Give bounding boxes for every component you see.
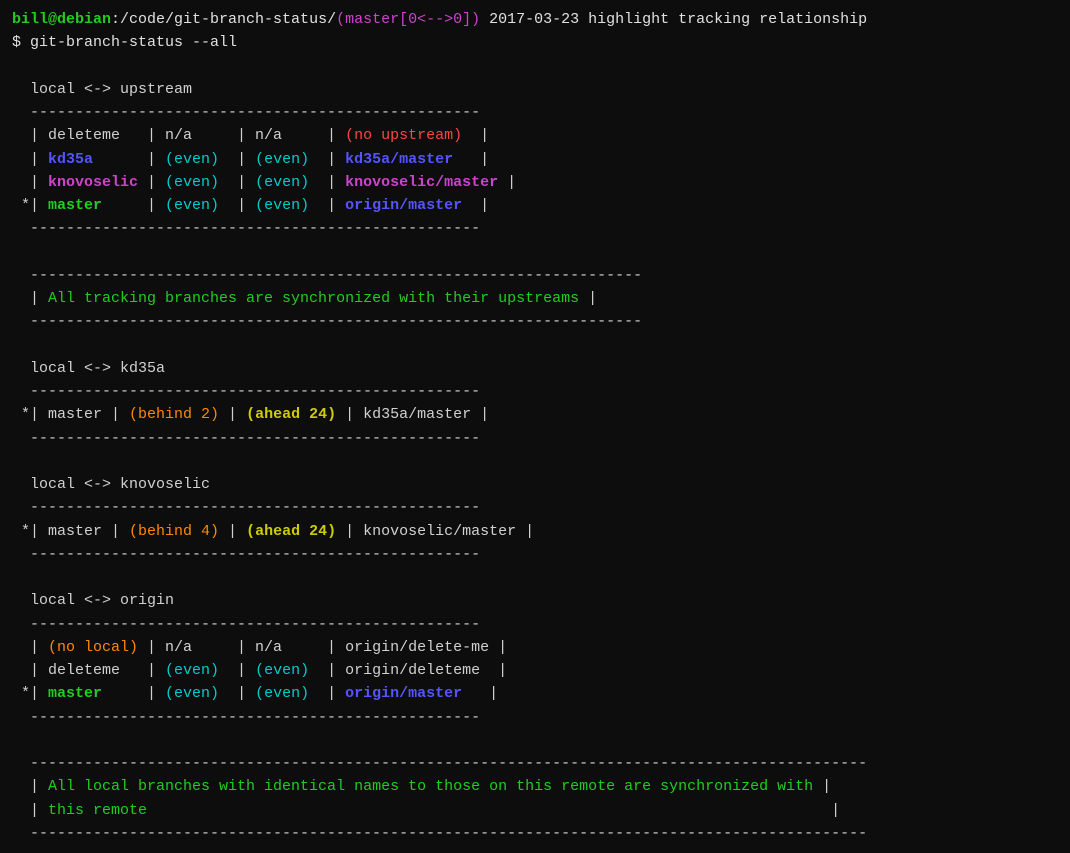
- section-knovoselic-header: local <-> knovoselic: [12, 473, 1058, 496]
- col1-val: (even): [165, 662, 219, 679]
- remote-label: kd35a/master: [345, 151, 453, 168]
- prompt-dollar: $ git-branch-status --all: [12, 34, 237, 51]
- summary-text-1: | All tracking branches are synchronized…: [12, 287, 1058, 310]
- col1-val: (even): [165, 151, 219, 168]
- prompt-line-2: $ git-branch-status --all: [12, 31, 1058, 54]
- prompt-date-cmd: 2017-03-23 highlight tracking relationsh…: [480, 11, 867, 28]
- summary-divider-2: ----------------------------------------…: [12, 310, 1058, 333]
- summary-label-cont: this remote: [48, 802, 147, 819]
- ahead-label: (ahead 24): [246, 523, 336, 540]
- col2-val: (even): [255, 685, 309, 702]
- table-row: | knovoselic | (even) | (even) | knovose…: [12, 171, 1058, 194]
- col2-val: (even): [255, 662, 309, 679]
- section-origin-divider-bot: ----------------------------------------…: [12, 706, 1058, 729]
- no-local-label: (no local): [48, 639, 138, 656]
- col1-val: (even): [165, 174, 219, 191]
- table-row: *| master | (even) | (even) | origin/mas…: [12, 682, 1058, 705]
- branch-name: master: [48, 197, 102, 214]
- section-knovoselic-divider-bot: ----------------------------------------…: [12, 543, 1058, 566]
- prompt-branch: (master[0<-->0]): [336, 11, 480, 28]
- summary-label: All tracking branches are synchronized w…: [48, 290, 579, 307]
- table-row: *| master | (behind 4) | (ahead 24) | kn…: [12, 520, 1058, 543]
- col2-val: (even): [255, 174, 309, 191]
- summary-divider-1: ----------------------------------------…: [12, 264, 1058, 287]
- blank-5: [12, 566, 1058, 589]
- prompt-line-1: bill@debian:/code/git-branch-status/(mas…: [12, 8, 1058, 31]
- col2-val: (even): [255, 151, 309, 168]
- summary-origin-text-2: | this remote |: [12, 799, 1058, 822]
- terminal-window: bill@debian:/code/git-branch-status/(mas…: [12, 8, 1058, 845]
- behind-label: (behind 4): [129, 523, 219, 540]
- table-row: *| master | (even) | (even) | origin/mas…: [12, 194, 1058, 217]
- summary-origin-divider-1: ----------------------------------------…: [12, 752, 1058, 775]
- table-row: | deleteme | (even) | (even) | origin/de…: [12, 659, 1058, 682]
- section-upstream-divider-top: ----------------------------------------…: [12, 101, 1058, 124]
- col1-val: (even): [165, 685, 219, 702]
- table-row: | kd35a | (even) | (even) | kd35a/master…: [12, 148, 1058, 171]
- branch-name: kd35a: [48, 151, 93, 168]
- ahead-label: (ahead 24): [246, 406, 336, 423]
- branch-name: knovoselic: [48, 174, 138, 191]
- remote-label: origin/master: [345, 197, 462, 214]
- col2-val: (even): [255, 197, 309, 214]
- section-origin-header: local <-> origin: [12, 589, 1058, 612]
- section-knovoselic-divider-top: ----------------------------------------…: [12, 496, 1058, 519]
- table-row: | (no local) | n/a | n/a | origin/delete…: [12, 636, 1058, 659]
- section-origin-divider-top: ----------------------------------------…: [12, 613, 1058, 636]
- blank-6: [12, 729, 1058, 752]
- prompt-user-host: bill@debian: [12, 11, 111, 28]
- section-kd35a-header: local <-> kd35a: [12, 357, 1058, 380]
- section-kd35a-divider-bot: ----------------------------------------…: [12, 427, 1058, 450]
- section-upstream-header: local <-> upstream: [12, 78, 1058, 101]
- table-row: *| master | (behind 2) | (ahead 24) | kd…: [12, 403, 1058, 426]
- summary-label: All local branches with identical names …: [48, 778, 813, 795]
- summary-origin-text-1: | All local branches with identical name…: [12, 775, 1058, 798]
- blank-1: [12, 55, 1058, 78]
- col1-val: (even): [165, 197, 219, 214]
- section-upstream-divider-bot: ----------------------------------------…: [12, 217, 1058, 240]
- blank-2: [12, 241, 1058, 264]
- remote-label: (no upstream): [345, 127, 462, 144]
- blank-4: [12, 450, 1058, 473]
- section-kd35a-divider-top: ----------------------------------------…: [12, 380, 1058, 403]
- behind-label: (behind 2): [129, 406, 219, 423]
- branch-name: master: [48, 685, 102, 702]
- prompt-path: :/code/git-branch-status/: [111, 11, 336, 28]
- remote-label: origin/master: [345, 685, 462, 702]
- blank-3: [12, 334, 1058, 357]
- table-row: | deleteme | n/a | n/a | (no upstream) |: [12, 124, 1058, 147]
- summary-origin-divider-2: ----------------------------------------…: [12, 822, 1058, 845]
- remote-label: knovoselic/master: [345, 174, 498, 191]
